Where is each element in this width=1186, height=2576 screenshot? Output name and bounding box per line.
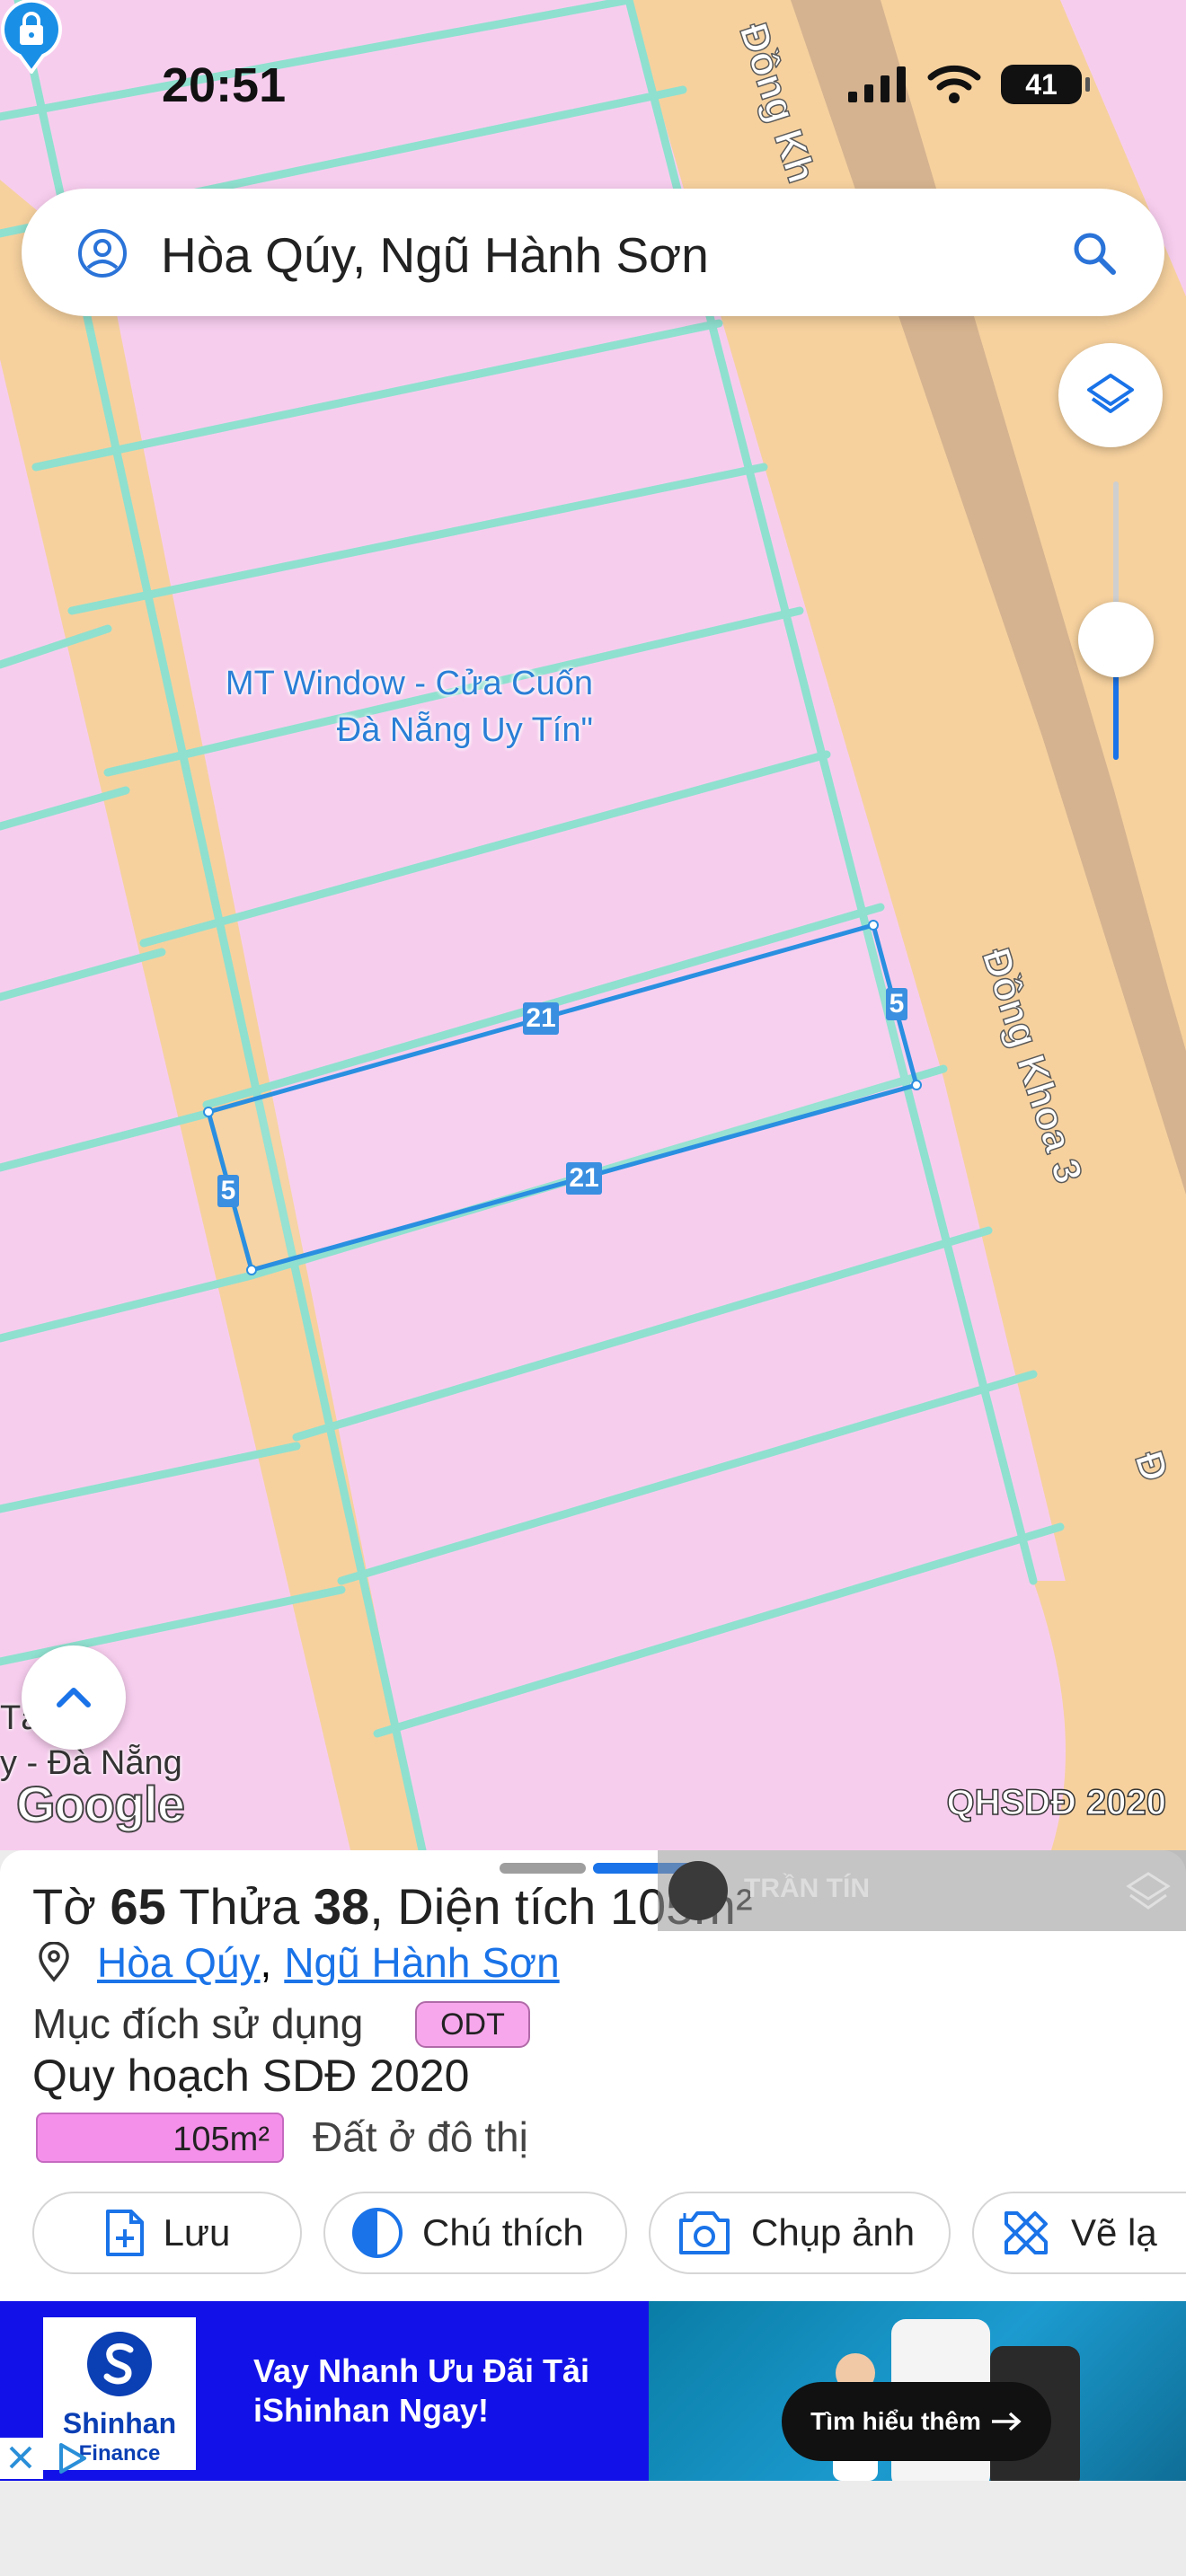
battery-indicator: 41 — [1001, 65, 1090, 104]
wifi-icon — [927, 65, 981, 103]
location-pin-icon — [39, 1942, 69, 1982]
layers-icon — [1087, 374, 1134, 413]
ad-close-button[interactable] — [0, 2438, 43, 2479]
layers-button[interactable] — [1058, 343, 1163, 447]
district-link[interactable]: Ngũ Hành Sơn — [284, 1938, 559, 1987]
watermark-layers-icon — [1126, 1872, 1171, 1910]
home-indicator-area — [0, 2481, 1186, 2576]
draw-button[interactable]: Vẽ lạ — [972, 2192, 1186, 2274]
google-logo: Google — [15, 1775, 186, 1833]
shopping-bag-pin-icon[interactable] — [0, 0, 63, 74]
shinhan-logo-icon — [87, 2332, 152, 2396]
ad-cta-button[interactable]: Tìm hiểu thêm — [782, 2382, 1051, 2461]
dimension-top: 21 — [523, 1002, 559, 1035]
parcel-title: Tờ 65 Thửa 38, Diện tích 105m² — [32, 1878, 753, 1935]
parcel-location: Hòa Qúy, Ngũ Hành Sơn — [36, 1938, 560, 1987]
account-icon[interactable] — [77, 228, 128, 278]
close-icon — [9, 2446, 32, 2469]
photo-button-label: Chụp ảnh — [751, 2211, 916, 2254]
location-separator: , — [260, 1939, 272, 1986]
camera-icon — [679, 2211, 730, 2254]
ad-headline: Vay Nhanh Ưu Đãi Tải iShinhan Ngay! — [253, 2352, 589, 2429]
dimension-right: 5 — [886, 988, 907, 1020]
legend-button[interactable]: Chú thích — [323, 2192, 627, 2274]
chevron-up-icon — [57, 1688, 91, 1707]
purpose-label: Mục đích sử dụng — [32, 2000, 364, 2047]
watermark-name: TRẦN TÍN — [744, 1874, 870, 1903]
save-file-icon — [105, 2210, 144, 2256]
watermark-overlay: TRẦN TÍN — [658, 1850, 1186, 1931]
status-time: 20:51 — [162, 58, 287, 112]
search-icon[interactable] — [1071, 230, 1118, 277]
search-bar[interactable]: Hòa Qúy, Ngũ Hành Sơn — [22, 189, 1164, 316]
avatar — [668, 1861, 728, 1920]
ad-cta-label: Tìm hiểu thêm — [810, 2407, 981, 2435]
photo-button[interactable]: Chụp ảnh — [649, 2192, 951, 2274]
zoom-slider-knob[interactable] — [1078, 602, 1154, 677]
save-button[interactable]: Lưu — [32, 2192, 302, 2274]
ward-link[interactable]: Hòa Qúy — [97, 1938, 261, 1987]
selected-parcel-outline — [205, 922, 920, 1274]
contrast-icon — [352, 2208, 403, 2258]
layer-badge: QHSDĐ 2020 — [946, 1782, 1167, 1823]
dimension-left: 5 — [217, 1175, 239, 1207]
save-button-label: Lưu — [163, 2211, 231, 2254]
ad-banner[interactable]: Shinhan Finance Vay Nhanh Ưu Đãi Tải iSh… — [0, 2301, 1186, 2481]
sheet-handle[interactable] — [500, 1863, 586, 1874]
zone-area-bar: 105m² — [36, 2113, 284, 2163]
draw-button-label: Vẽ lạ — [1071, 2211, 1157, 2254]
arrow-right-icon — [991, 2412, 1022, 2431]
dimension-bottom: 21 — [566, 1162, 602, 1195]
poi-label[interactable]: MT Window - Cửa Cuốn Đà Nẵng Uy Tín" — [180, 660, 593, 754]
action-bar: Lưu Chú thích Chụp ảnh Vẽ lạ — [32, 2192, 1186, 2278]
draw-icon — [1005, 2211, 1048, 2254]
ad-brand-name: Shinhan — [62, 2407, 177, 2439]
cellular-signal-icon — [848, 66, 906, 102]
search-input[interactable]: Hòa Qúy, Ngũ Hành Sơn — [161, 226, 709, 284]
zone-description: Đất ở đô thị — [313, 2113, 528, 2160]
expand-button[interactable] — [22, 1645, 126, 1750]
purpose-code-badge: ODT — [415, 2001, 530, 2048]
legend-button-label: Chú thích — [422, 2211, 584, 2254]
plan-title: Quy hoạch SDĐ 2020 — [32, 2051, 470, 2101]
ad-choices-icon[interactable] — [50, 2438, 93, 2479]
status-icons: 41 — [848, 65, 1090, 104]
